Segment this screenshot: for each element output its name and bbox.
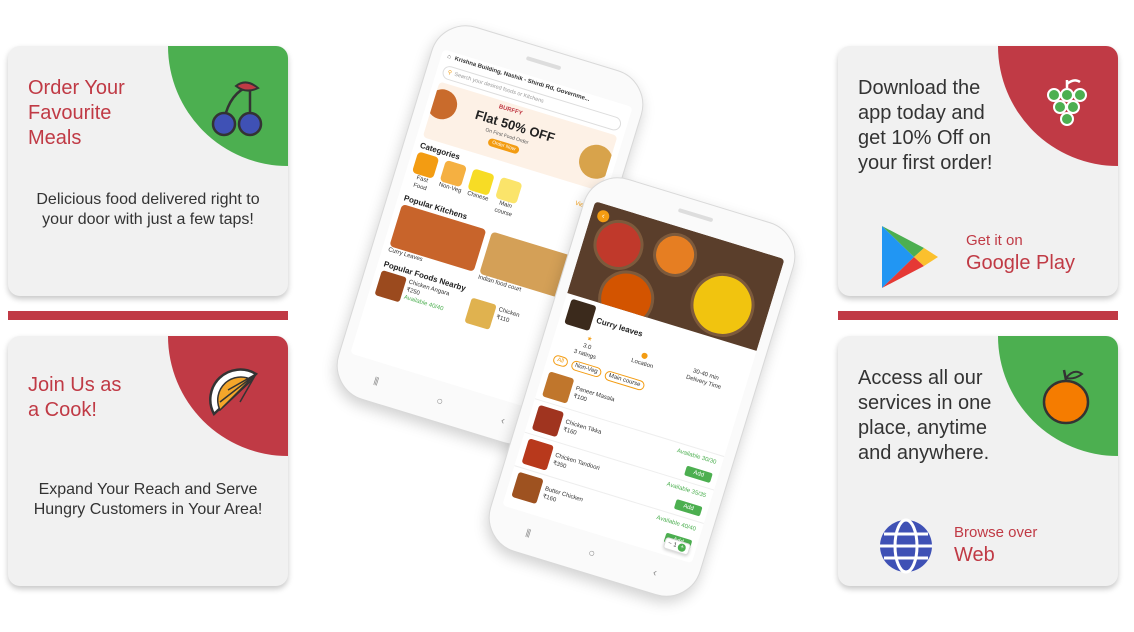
phone-speaker bbox=[525, 55, 562, 71]
grapes-icon bbox=[1042, 78, 1092, 137]
order-card: Order Your Favourite Meals Delicious foo… bbox=[8, 46, 288, 296]
browse-web-link[interactable]: Browse over Web bbox=[954, 524, 1037, 568]
cook-card-title: Join Us as a Cook! bbox=[28, 374, 122, 421]
download-card: Download the app today and get 10% Off o… bbox=[838, 46, 1118, 296]
order-card-desc: Delicious food delivered right to your d… bbox=[36, 191, 260, 228]
store-big-label: Google Play bbox=[966, 252, 1075, 274]
search-icon: ⚲ bbox=[446, 69, 453, 77]
filter-chip[interactable]: All bbox=[551, 354, 569, 368]
left-divider bbox=[8, 311, 288, 320]
access-card-title: Access all our services in one place, an… bbox=[858, 367, 992, 464]
back-icon[interactable]: ‹ bbox=[499, 415, 506, 428]
add-button[interactable]: Add bbox=[684, 465, 713, 484]
web-big-label: Web bbox=[954, 544, 995, 566]
kitchen-name: Curry leaves bbox=[595, 315, 644, 339]
back-icon[interactable]: ‹ bbox=[651, 567, 658, 580]
cook-card: Join Us as a Cook! Expand Your Reach and… bbox=[8, 336, 288, 586]
stepper-plus[interactable]: + bbox=[677, 542, 687, 553]
home-circle-icon[interactable]: ○ bbox=[587, 547, 597, 560]
orange-icon bbox=[1040, 366, 1092, 431]
google-play-icon[interactable] bbox=[880, 224, 940, 295]
recents-icon[interactable]: ⦀ bbox=[372, 375, 380, 389]
banner-food-image bbox=[423, 85, 461, 124]
right-divider bbox=[838, 311, 1118, 320]
cherry-icon bbox=[206, 80, 270, 145]
home-location-icon: ⌂ bbox=[446, 53, 452, 61]
access-card: Access all our services in one place, an… bbox=[838, 336, 1118, 586]
cook-card-desc: Expand Your Reach and Serve Hungry Custo… bbox=[33, 481, 263, 518]
web-small-label: Browse over bbox=[954, 524, 1038, 541]
kitchen-logo bbox=[564, 298, 597, 332]
category-item[interactable]: Main course bbox=[490, 176, 524, 220]
lemon-slice-icon bbox=[208, 368, 268, 429]
promo-stage: Order Your Favourite Meals Delicious foo… bbox=[0, 0, 1134, 632]
order-card-title: Order Your Favourite Meals bbox=[28, 77, 125, 149]
download-card-title: Download the app today and get 10% Off o… bbox=[858, 77, 993, 174]
recents-icon[interactable]: ⦀ bbox=[524, 527, 532, 541]
globe-icon[interactable] bbox=[878, 518, 934, 579]
phone-speaker bbox=[677, 207, 714, 223]
home-circle-icon[interactable]: ○ bbox=[435, 395, 445, 408]
google-play-link[interactable]: Get it on Google Play bbox=[966, 232, 1075, 276]
store-small-label: Get it on bbox=[966, 232, 1023, 249]
add-button[interactable]: Add bbox=[674, 499, 703, 517]
